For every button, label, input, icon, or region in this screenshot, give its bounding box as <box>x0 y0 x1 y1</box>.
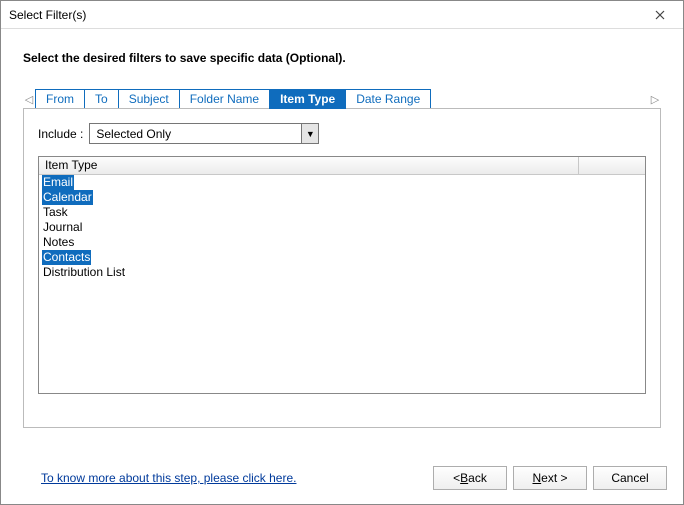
tab-scroll-right[interactable]: ▷ <box>649 91 661 109</box>
dialog-footer: To know more about this step, please cli… <box>1 454 683 504</box>
tab-folder-name[interactable]: Folder Name <box>179 89 270 109</box>
back-button[interactable]: < Back <box>433 466 507 490</box>
cancel-button[interactable]: Cancel <box>593 466 667 490</box>
include-select[interactable]: Selected Only ▼ <box>89 123 319 144</box>
tab-item-type[interactable]: Item Type <box>269 89 346 109</box>
list-header-row: Item Type <box>39 157 645 175</box>
list-item[interactable]: Calendar <box>39 190 645 205</box>
tab-scroll-left[interactable]: ◁ <box>23 91 35 109</box>
tab-subject[interactable]: Subject <box>118 89 180 109</box>
help-link[interactable]: To know more about this step, please cli… <box>41 471 433 485</box>
tab-from[interactable]: From <box>35 89 85 109</box>
instruction-text: Select the desired filters to save speci… <box>23 51 661 65</box>
tab-to[interactable]: To <box>84 89 119 109</box>
list-item[interactable]: Contacts <box>39 250 645 265</box>
list-column-header-spacer <box>579 157 645 175</box>
list-column-header[interactable]: Item Type <box>39 157 579 175</box>
list-item[interactable]: Notes <box>39 235 645 250</box>
chevron-down-icon: ▼ <box>301 124 318 143</box>
list-item[interactable]: Journal <box>39 220 645 235</box>
include-value: Selected Only <box>96 127 171 141</box>
dialog-content: Select the desired filters to save speci… <box>1 29 683 438</box>
window-title: Select Filter(s) <box>9 8 645 22</box>
tab-panel-item-type: Include : Selected Only ▼ Item Type Emai… <box>23 108 661 428</box>
tab-strip-container: ◁ FromToSubjectFolder NameItem TypeDate … <box>23 87 661 109</box>
title-bar: Select Filter(s) <box>1 1 683 29</box>
list-item[interactable]: Email <box>39 175 645 190</box>
list-item[interactable]: Distribution List <box>39 265 645 280</box>
tab-date-range[interactable]: Date Range <box>345 89 431 109</box>
list-item[interactable]: Task <box>39 205 645 220</box>
close-icon <box>655 10 665 20</box>
tab-strip: FromToSubjectFolder NameItem TypeDate Ra… <box>35 89 649 109</box>
list-body: EmailCalendarTaskJournalNotesContactsDis… <box>39 175 645 280</box>
include-row: Include : Selected Only ▼ <box>38 123 646 144</box>
item-type-listbox[interactable]: Item Type EmailCalendarTaskJournalNotesC… <box>38 156 646 394</box>
button-row: < Back Next > Cancel <box>433 466 667 490</box>
close-button[interactable] <box>645 5 675 25</box>
next-button[interactable]: Next > <box>513 466 587 490</box>
include-label: Include : <box>38 127 83 141</box>
